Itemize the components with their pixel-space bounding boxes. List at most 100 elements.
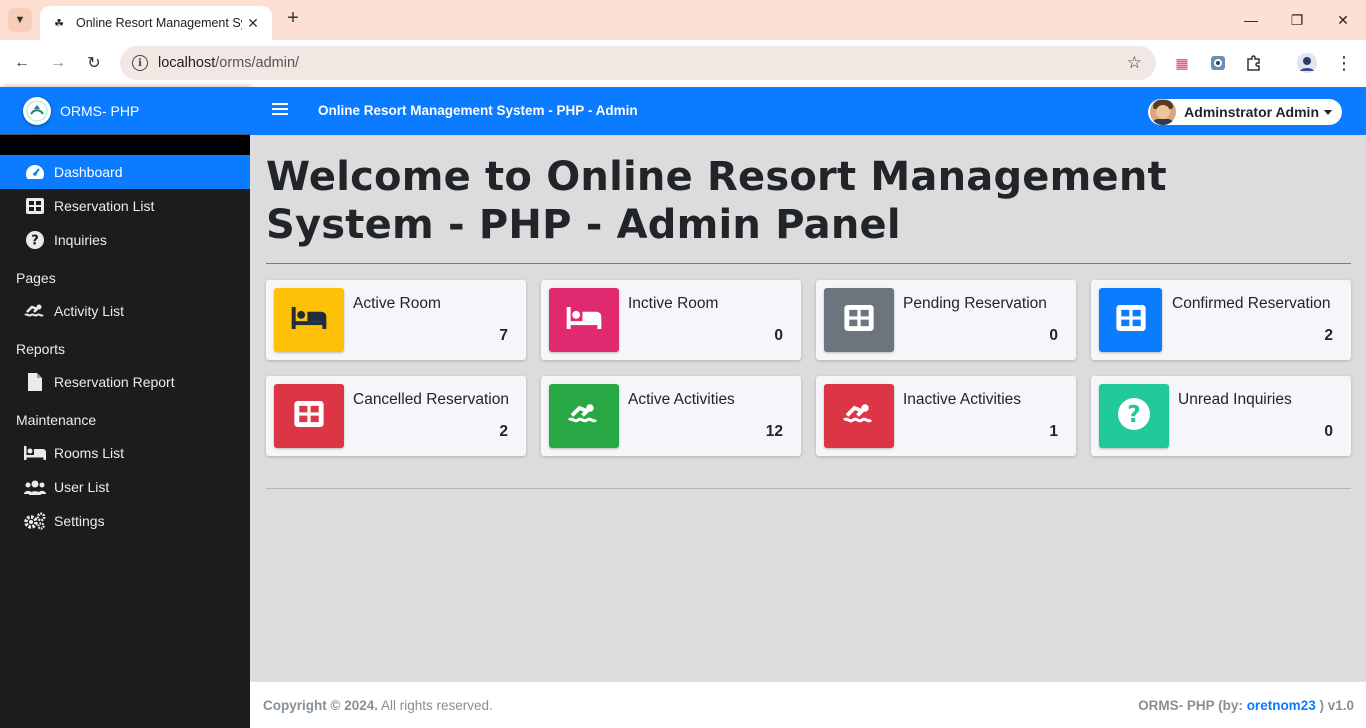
info-box-active-activities: Active Activities 12 [541,376,801,456]
card-label: Pending Reservation [903,295,1047,312]
footer: Copyright © 2024. All rights reserved. O… [250,681,1366,728]
close-window-button[interactable]: ✕ [1320,0,1366,40]
bed-icon [565,306,603,334]
minimize-button[interactable]: — [1228,0,1274,40]
browser-tab[interactable]: ☘ Online Resort Management Sys ✕ [40,6,272,40]
new-tab-button[interactable]: + [282,8,304,30]
sidebar-item-reservation-list[interactable]: Reservation List [0,189,250,223]
extension-grid-icon[interactable]: ▦ [1171,52,1193,74]
back-arrow-icon[interactable]: ← [10,51,34,75]
rights-text: All rights reserved. [377,698,493,713]
reload-icon[interactable]: ↻ [82,51,106,75]
page-title: Welcome to Online Resort Management Syst… [266,154,1167,248]
card-value: 2 [1324,327,1333,344]
sidebar-item-label: Settings [54,513,105,529]
sidebar-item-label: Activity List [54,303,125,319]
card-value: 0 [774,327,783,344]
card-icon-box [549,384,619,448]
table-icon [844,304,874,336]
sidebar-item-activity-list[interactable]: Activity List [0,294,250,328]
info-box-pending-reservation: Pending Reservation 0 [816,280,1076,360]
app-name: ORMS- PHP (by: [1138,698,1247,713]
card-value: 1 [1049,423,1058,440]
sidebar-item-user-list[interactable]: User List [0,470,250,504]
extensions-puzzle-icon[interactable] [1243,52,1265,74]
avatar [1150,99,1177,125]
card-icon-box [824,288,894,352]
swimmer-icon [840,402,878,431]
divider [266,488,1351,489]
bed-icon [24,442,46,464]
site-info-icon[interactable]: i [132,55,148,71]
brand-logo-icon [23,96,51,125]
card-label: Confirmed Reservation [1172,295,1331,312]
sidebar-item-dashboard[interactable]: Dashboard [0,155,250,189]
tab-title: Online Resort Management Sys [76,16,242,30]
sidebar-item-label: Inquiries [54,232,107,248]
footer-credit: ORMS- PHP (by: oretnom23 ) v1.0 [1138,698,1354,713]
sidebar-item-reservation-report[interactable]: Reservation Report [0,365,250,399]
bookmark-star-icon[interactable]: ☆ [1127,53,1142,73]
top-nav-title[interactable]: Online Resort Management System - PHP - … [318,103,638,118]
bed-icon [290,306,328,334]
extension-camera-icon[interactable] [1207,52,1229,74]
author-link[interactable]: oretnom23 [1247,698,1316,713]
table-icon [24,195,46,217]
card-label: Active Activities [628,391,735,408]
browser-menu-icon[interactable]: ⋮ [1333,52,1355,74]
sidebar-item-label: User List [54,479,110,495]
divider [266,263,1351,264]
svg-text:?: ? [1127,402,1140,428]
card-icon-box [274,288,344,352]
swimmer-icon [565,402,603,431]
user-name: Adminstrator Admin [1184,104,1319,120]
sidebar-item-settings[interactable]: Settings [0,504,250,538]
chevron-down-icon [1324,109,1332,115]
card-label: Inactive Activities [903,391,1022,408]
info-box-active-room: Active Room 7 [266,280,526,360]
brand-link[interactable]: ORMS- PHP [0,87,250,135]
sidebar-header-maintenance: Maintenance [16,412,97,428]
info-box-confirmed-reservation: Confirmed Reservation 2 [1091,280,1351,360]
info-box-cancelled-reservation: Cancelled Reservation 2 [266,376,526,456]
card-icon-box [1099,288,1162,352]
sidebar-item-label: Reservation Report [54,374,175,390]
card-label: Inctive Room [628,295,719,312]
table-icon [1115,304,1146,336]
question-circle-icon: ? [24,229,46,251]
url-host: localhost [158,55,216,71]
footer-copyright: Copyright © 2024. All rights reserved. [263,698,493,713]
address-bar-row: ← → ↻ i localhost/orms/admin/ ☆ ▦ ⋮ [0,40,1366,87]
card-value: 0 [1324,423,1333,440]
copyright-text: Copyright © 2024. [263,698,378,713]
hamburger-menu-icon[interactable] [272,103,288,117]
card-icon-box: ? [1099,384,1169,448]
sidebar-item-label: Reservation List [54,198,155,214]
sidebar-header-pages: Pages [16,270,56,286]
user-dropdown-button[interactable]: Adminstrator Admin [1148,99,1342,125]
info-box-unread-inquiries: ? Unread Inquiries 0 [1091,376,1351,456]
cogs-icon [24,510,46,532]
sidebar-header-reports: Reports [16,341,66,357]
card-value: 7 [499,327,508,344]
sidebar-item-rooms-list[interactable]: Rooms List [0,436,250,470]
question-circle-icon: ? [1118,397,1150,435]
card-icon-box [824,384,894,448]
top-navbar: Online Resort Management System - PHP - … [250,87,1366,135]
card-value: 2 [499,423,508,440]
restore-button[interactable]: ❐ [1274,0,1320,40]
browser-tab-bar: ▼ ☘ Online Resort Management Sys ✕ + — ❐… [0,0,1366,40]
url-path: /orms/admin/ [215,55,300,71]
url-input[interactable]: i localhost/orms/admin/ ☆ [120,46,1156,80]
card-value: 12 [765,423,783,440]
close-tab-icon[interactable]: ✕ [244,15,262,32]
info-box-inactive-activities: Inactive Activities 1 [816,376,1076,456]
swimmer-icon [24,300,46,322]
profile-avatar-icon[interactable] [1296,52,1318,74]
sidebar-item-inquiries[interactable]: ? Inquiries [0,223,250,257]
main-content: Welcome to Online Resort Management Syst… [250,135,1366,681]
brand-text: ORMS- PHP [60,102,140,119]
info-box-inactive-room: Inctive Room 0 [541,280,801,360]
forward-arrow-icon[interactable]: → [46,51,70,75]
tab-search-button[interactable]: ▼ [8,8,32,32]
